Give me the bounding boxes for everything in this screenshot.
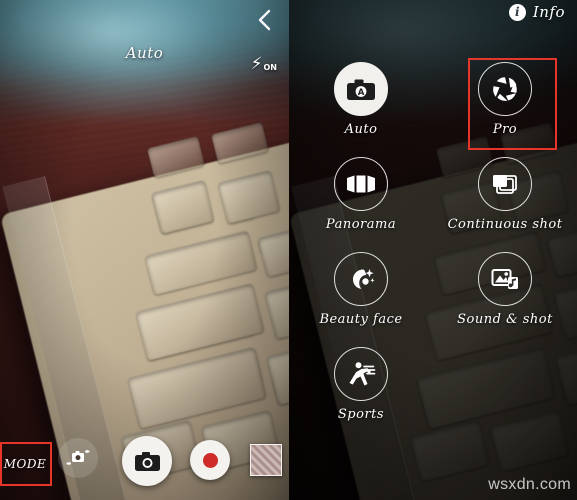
camera-auto-icon: A — [347, 79, 375, 100]
mode-label-continuous-shot: Continuous shot — [447, 217, 563, 232]
camera-icon — [134, 451, 160, 471]
info-circle-icon: i — [508, 3, 526, 21]
info-label: Info — [532, 3, 565, 21]
mode-item-sound-and-shot[interactable]: Sound & shot — [433, 252, 577, 330]
camera-viewfinder-panel: Auto ⚡ ON MODE — [0, 0, 289, 500]
camera-controls-bar: MODE — [0, 428, 289, 500]
running-person-icon — [349, 362, 376, 386]
flash-bolt-icon: ⚡ — [250, 54, 263, 74]
current-mode-title: Auto — [125, 44, 164, 62]
mode-grid: A Auto Pro Panorama Continuous shot Beau… — [289, 62, 577, 425]
mode-icon-wrapper-pro — [478, 62, 532, 116]
mode-icon-wrapper-beauty-face — [334, 252, 388, 306]
lens-vignette — [0, 0, 289, 500]
flash-state-label: ON — [263, 63, 278, 72]
info-button[interactable]: i Info — [508, 3, 565, 21]
photo-music-icon — [491, 269, 518, 289]
mode-item-pro[interactable]: Pro — [433, 62, 577, 140]
mode-icon-wrapper-sports — [334, 347, 388, 401]
flash-status[interactable]: ⚡ ON — [251, 56, 277, 73]
mode-label-pro: Pro — [492, 122, 518, 137]
back-button[interactable] — [253, 6, 275, 34]
mode-icon-wrapper-sound-and-shot — [478, 252, 532, 306]
stacked-photos-icon — [493, 175, 517, 194]
mode-label-beauty-face: Beauty face — [319, 312, 403, 327]
record-video-button[interactable] — [190, 440, 230, 480]
aperture-icon — [493, 77, 517, 101]
mode-button[interactable]: MODE — [2, 447, 48, 481]
site-watermark: wsxdn.com — [488, 476, 571, 493]
mode-label-sports: Sports — [337, 407, 385, 422]
mode-item-beauty-face[interactable]: Beauty face — [289, 252, 433, 330]
svg-text:A: A — [358, 88, 365, 98]
dual-screenshot-container: Auto ⚡ ON MODE i Info A Auto Pro Panoram… — [0, 0, 577, 500]
mode-icon-wrapper-auto: A — [334, 62, 388, 116]
panorama-icon — [347, 175, 375, 193]
shooting-mode-panel: i Info A Auto Pro Panorama Continuous sh… — [289, 0, 577, 500]
mode-label-auto: Auto — [344, 122, 378, 137]
switch-camera-button[interactable] — [58, 438, 98, 478]
shutter-button[interactable] — [122, 436, 172, 486]
record-dot-icon — [202, 452, 218, 468]
viewfinder-preview — [0, 0, 289, 500]
mode-item-panorama[interactable]: Panorama — [289, 157, 433, 235]
mode-label-panorama: Panorama — [325, 217, 397, 232]
beauty-face-icon — [353, 269, 375, 289]
mode-icon-wrapper-panorama — [334, 157, 388, 211]
switch-camera-icon — [66, 449, 90, 466]
mode-label-sound-and-shot: Sound & shot — [457, 312, 553, 327]
mode-item-sports[interactable]: Sports — [289, 347, 433, 425]
mode-icon-wrapper-continuous-shot — [478, 157, 532, 211]
mode-item-continuous-shot[interactable]: Continuous shot — [433, 157, 577, 235]
chevron-left-icon — [258, 9, 271, 31]
gallery-thumbnail-button[interactable] — [250, 444, 282, 476]
mode-item-auto[interactable]: A Auto — [289, 62, 433, 140]
